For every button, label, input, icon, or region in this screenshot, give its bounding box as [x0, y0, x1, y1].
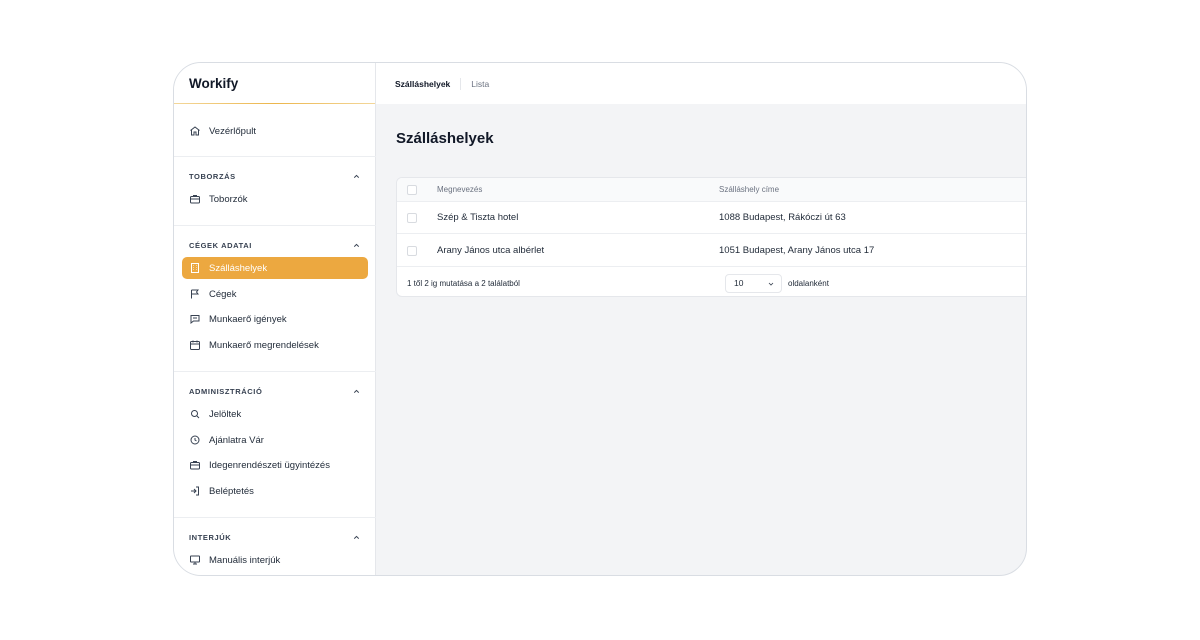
- group-header-administration[interactable]: ADMINISZTRÁCIÓ: [189, 387, 361, 396]
- group-header-company-data[interactable]: CÉGEK ADATAI: [189, 241, 361, 250]
- sidebar-item-label: Vezérlőpult: [209, 125, 257, 137]
- pagination-count: 1 től 2 ig mutatása a 2 találatból: [407, 278, 520, 288]
- sidebar-item-label: Beléptetés: [209, 485, 254, 497]
- sidebar-item-label: Manuális interjúk: [209, 554, 281, 566]
- sidebar-item-dashboard[interactable]: Vezérlőpult: [182, 120, 368, 142]
- sidebar-item-accommodations[interactable]: Szálláshelyek: [182, 257, 368, 279]
- breadcrumb-separator: [460, 77, 462, 90]
- chevron-down-icon: [767, 280, 775, 288]
- sidebar-item-awaiting-offer[interactable]: Ajánlatra Vár: [182, 429, 368, 451]
- briefcase-icon: [189, 193, 201, 205]
- sidebar-item-onboarding[interactable]: Beléptetés: [182, 480, 368, 502]
- per-page-value: 10: [734, 278, 744, 288]
- clock-icon: [189, 434, 201, 446]
- group-title: CÉGEK ADATAI: [189, 241, 252, 250]
- briefcase-icon: [189, 459, 201, 471]
- per-page-select[interactable]: 10: [725, 273, 782, 293]
- table-row[interactable]: Arany János utca albérlet 1051 Budapest,…: [397, 235, 1026, 267]
- sidebar-item-immigration[interactable]: Idegenrendészeti ügyintézés: [182, 454, 368, 476]
- sidebar-item-label: Cégek: [209, 288, 237, 300]
- table-header: Megnevezés Szálláshely címe: [397, 178, 1026, 202]
- column-header-address[interactable]: Szálláshely címe: [719, 185, 779, 194]
- sidebar-item-manual-interviews[interactable]: Manuális interjúk: [182, 549, 368, 571]
- sidebar: Workify Vezérlőpult TOBORZÁS Toborzók CÉ…: [174, 63, 376, 575]
- breadcrumb: Szálláshelyek Lista: [376, 63, 1026, 104]
- flag-icon: [189, 288, 201, 300]
- group-title: ADMINISZTRÁCIÓ: [189, 387, 263, 396]
- group-title: TOBORZÁS: [189, 172, 236, 181]
- per-page-label: oldalanként: [788, 278, 829, 288]
- group-header-recruitment[interactable]: TOBORZÁS: [189, 172, 361, 181]
- row-checkbox[interactable]: [407, 212, 417, 223]
- column-header-name[interactable]: Megnevezés: [437, 185, 482, 194]
- group-header-interviews[interactable]: INTERJÚK: [189, 533, 361, 542]
- divider: [174, 371, 376, 372]
- divider: [174, 156, 376, 157]
- chat-icon: [189, 313, 201, 325]
- sidebar-item-recruiters[interactable]: Toborzók: [182, 188, 368, 210]
- search-icon: [189, 408, 201, 420]
- table-footer: 1 től 2 ig mutatása a 2 találatból 10 ol…: [397, 268, 1026, 296]
- sidebar-item-label: Szálláshelyek: [209, 262, 268, 274]
- select-all-checkbox[interactable]: [407, 184, 417, 195]
- building-icon: [189, 262, 201, 274]
- divider: [174, 225, 376, 226]
- sidebar-item-label: Munkaerő megrendelések: [209, 339, 319, 351]
- breadcrumb-current[interactable]: Szálláshelyek: [395, 79, 450, 89]
- chevron-up-icon: [352, 172, 361, 181]
- calendar-icon: [189, 339, 201, 351]
- cell-address: 1088 Budapest, Rákóczi út 63: [719, 212, 846, 223]
- sidebar-item-label: Idegenrendészeti ügyintézés: [209, 459, 330, 471]
- cell-name: Arany János utca albérlet: [437, 245, 545, 256]
- chevron-up-icon: [352, 533, 361, 542]
- sidebar-item-label: Toborzók: [209, 193, 248, 205]
- breadcrumb-list: Lista: [471, 78, 490, 89]
- page-title: Szálláshelyek: [396, 130, 494, 147]
- sidebar-item-label: Munkaerő igények: [209, 313, 287, 325]
- row-checkbox[interactable]: [407, 245, 417, 256]
- home-icon: [189, 125, 201, 137]
- table-row[interactable]: Szép & Tiszta hotel 1088 Budapest, Rákóc…: [397, 202, 1026, 234]
- monitor-icon: [189, 554, 201, 566]
- group-title: INTERJÚK: [189, 533, 232, 542]
- accommodations-table: Megnevezés Szálláshely címe Szép & Tiszt…: [396, 177, 1026, 297]
- login-icon: [189, 485, 201, 497]
- app-window: Workify Vezérlőpult TOBORZÁS Toborzók CÉ…: [173, 62, 1027, 576]
- cell-address: 1051 Budapest, Arany János utca 17: [719, 245, 875, 256]
- app-logo: Workify: [174, 63, 375, 104]
- sidebar-item-label: Jelöltek: [209, 408, 242, 420]
- chevron-up-icon: [352, 241, 361, 250]
- cell-name: Szép & Tiszta hotel: [437, 212, 519, 223]
- sidebar-item-candidates[interactable]: Jelöltek: [182, 403, 368, 425]
- sidebar-item-label: Ajánlatra Vár: [209, 434, 264, 446]
- divider: [174, 517, 376, 518]
- sidebar-item-companies[interactable]: Cégek: [182, 283, 368, 305]
- chevron-up-icon: [352, 387, 361, 396]
- sidebar-item-workforce-needs[interactable]: Munkaerő igények: [182, 308, 368, 330]
- sidebar-item-workforce-orders[interactable]: Munkaerő megrendelések: [182, 334, 368, 356]
